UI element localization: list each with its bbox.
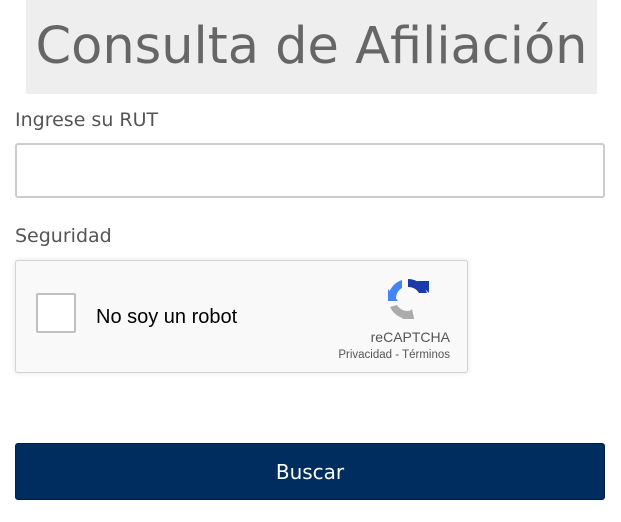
security-label: Seguridad [15,225,112,247]
page-title: Consulta de Afiliación [35,16,588,76]
rut-input[interactable] [15,143,605,198]
terms-link[interactable]: Términos [402,349,450,361]
recaptcha-links: Privacidad - Términos [338,349,450,361]
links-separator: - [392,349,403,361]
recaptcha-logo-icon [388,279,429,319]
recaptcha-label: No soy un robot [96,306,238,328]
recaptcha-checkbox[interactable] [36,293,76,333]
page-header: Consulta de Afiliación [26,0,597,94]
privacy-link[interactable]: Privacidad [338,349,392,361]
recaptcha-widget: No soy un robot reCAPTCHA Privacidad - T… [15,260,468,373]
recaptcha-brand: reCAPTCHA [370,329,450,345]
search-button[interactable]: Buscar [15,443,605,500]
rut-label: Ingrese su RUT [15,109,159,131]
